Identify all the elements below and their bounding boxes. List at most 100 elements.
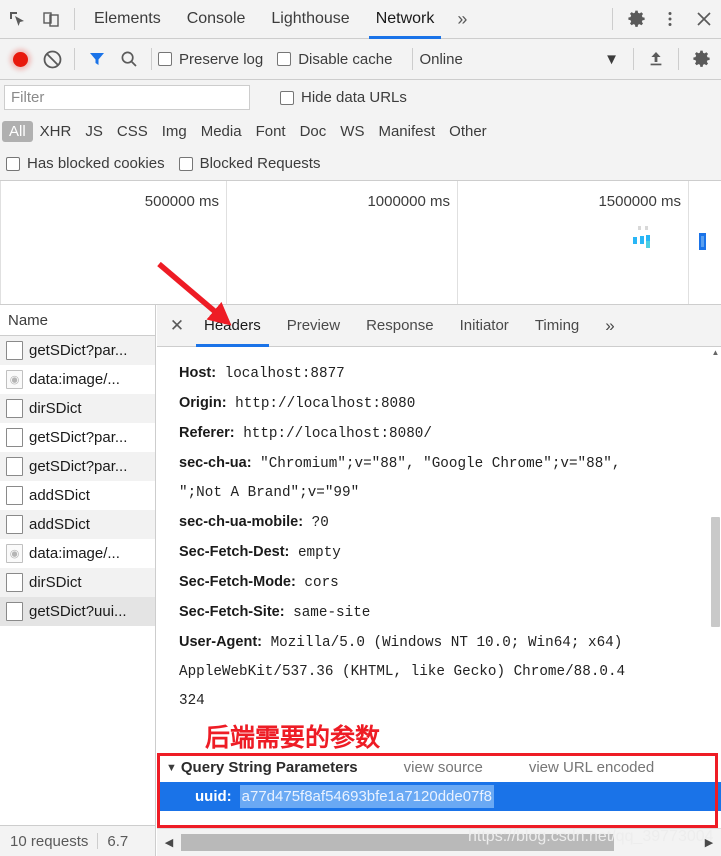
overview-gridline: [0, 181, 1, 304]
overview-request-bar: [646, 241, 650, 248]
type-filter-img[interactable]: Img: [155, 121, 194, 142]
header-line-sec-fetch-mode: Sec-Fetch-Mode: cors: [179, 568, 721, 598]
scroll-up-icon[interactable]: ▲: [710, 347, 721, 358]
header-name: Referer:: [179, 425, 235, 441]
network-settings-gear-icon[interactable]: [685, 43, 717, 75]
request-list-pane: Name getSDict?par... ◉ data:image/... di…: [0, 305, 156, 856]
view-url-encoded-link[interactable]: view URL encoded: [529, 759, 654, 776]
header-line-sec-ch-ua-cont: ";Not A Brand";v="99": [179, 479, 721, 508]
document-icon: [6, 486, 23, 505]
type-filter-xhr[interactable]: XHR: [33, 121, 79, 142]
request-row-8[interactable]: ◉ data:image/...: [0, 539, 155, 568]
header-value: http://localhost:8080: [226, 396, 416, 412]
detail-more-tabs-icon[interactable]: »: [592, 305, 627, 347]
type-filter-font[interactable]: Font: [249, 121, 293, 142]
detail-tab-initiator[interactable]: Initiator: [447, 305, 522, 347]
toolbar-divider-5: [678, 48, 679, 70]
detail-tab-response[interactable]: Response: [353, 305, 447, 347]
header-line-user-agent-cont2: 324: [179, 687, 721, 716]
more-tabs-icon[interactable]: »: [447, 9, 477, 30]
hscroll-thumb[interactable]: [181, 834, 615, 851]
scroll-left-icon[interactable]: ◀: [157, 829, 181, 856]
record-dot-icon: [12, 51, 28, 67]
header-name: Sec-Fetch-Dest:: [179, 544, 290, 560]
request-list-column-header[interactable]: Name: [0, 305, 155, 336]
overview-tick-label: 1000000 ms: [367, 193, 450, 210]
type-filter-css[interactable]: CSS: [110, 121, 155, 142]
record-button[interactable]: [4, 43, 36, 75]
detail-tab-timing[interactable]: Timing: [522, 305, 592, 347]
type-filter-js[interactable]: JS: [78, 121, 110, 142]
type-filter-all[interactable]: All: [2, 120, 33, 142]
clear-button[interactable]: [36, 43, 68, 75]
more-options-icon[interactable]: [653, 2, 687, 36]
type-filter-doc[interactable]: Doc: [293, 121, 334, 142]
scrollbar-thumb[interactable]: [711, 517, 720, 627]
disable-cache-checkbox[interactable]: Disable cache: [277, 51, 392, 68]
type-filter-manifest[interactable]: Manifest: [371, 121, 442, 142]
header-name: User-Agent:: [179, 634, 262, 650]
throttling-caret-icon[interactable]: ▼: [604, 51, 619, 68]
query-param-row-uuid[interactable]: uuid: a77d475f8af54693bfe1a7120dde07f8: [157, 782, 721, 811]
request-row-9[interactable]: dirSDict: [0, 568, 155, 597]
chevron-down-icon[interactable]: ▼: [166, 762, 177, 774]
resource-type-filters: All XHR JS CSS Img Media Font Doc WS Man…: [0, 115, 721, 147]
filter-input[interactable]: [4, 85, 250, 110]
request-row-7[interactable]: addSDict: [0, 510, 155, 539]
has-blocked-cookies-checkbox[interactable]: Has blocked cookies: [6, 155, 165, 172]
type-filter-media[interactable]: Media: [194, 121, 249, 142]
header-value: ";Not A Brand";v="99": [179, 485, 360, 501]
blocked-requests-checkbox[interactable]: Blocked Requests: [178, 155, 320, 172]
header-value: localhost:8877: [216, 366, 345, 382]
throttling-select[interactable]: Online: [419, 51, 462, 68]
tab-console[interactable]: Console: [174, 0, 259, 39]
tab-network[interactable]: Network: [363, 0, 448, 39]
query-param-value[interactable]: a77d475f8af54693bfe1a7120dde07f8: [239, 785, 494, 808]
query-string-header[interactable]: ▼ Query String Parameters view source vi…: [157, 753, 721, 782]
request-row-6[interactable]: addSDict: [0, 481, 155, 510]
document-icon: [6, 602, 23, 621]
request-row-3[interactable]: dirSDict: [0, 394, 155, 423]
throttling-value: Online: [419, 50, 463, 68]
hscroll-track[interactable]: [181, 834, 697, 851]
detail-tabbar: ✕ Headers Preview Response Initiator Tim…: [157, 305, 721, 347]
view-source-link[interactable]: view source: [404, 759, 483, 776]
request-name: dirSDict: [29, 400, 82, 417]
header-line-user-agent-cont1: AppleWebKit/537.36 (KHTML, like Gecko) C…: [179, 658, 721, 687]
header-value: "Chromium";v="88", "Google Chrome";v="88…: [251, 456, 621, 472]
request-name: getSDict?par...: [29, 429, 128, 446]
detail-horizontal-scrollbar[interactable]: ◀ ▶: [157, 828, 721, 856]
detail-tab-preview[interactable]: Preview: [274, 305, 353, 347]
request-row-5[interactable]: getSDict?par...: [0, 452, 155, 481]
request-row-2[interactable]: ◉ data:image/...: [0, 365, 155, 394]
close-devtools-icon[interactable]: [687, 2, 721, 36]
header-line-host: Host: localhost:8877: [179, 359, 721, 389]
overview-request-bar: [645, 226, 648, 230]
settings-gear-icon[interactable]: [619, 2, 653, 36]
detail-vertical-scrollbar[interactable]: ▲ ▼: [710, 347, 721, 768]
type-filter-other[interactable]: Other: [442, 121, 494, 142]
import-har-icon[interactable]: [640, 43, 672, 75]
header-name: Origin:: [179, 395, 227, 411]
preserve-log-checkbox[interactable]: Preserve log: [158, 51, 263, 68]
close-detail-icon[interactable]: ✕: [163, 312, 191, 340]
filter-toggle-icon[interactable]: [81, 43, 113, 75]
device-toolbar-icon[interactable]: [34, 2, 68, 36]
devtools-tabbar: Elements Console Lighthouse Network »: [0, 0, 721, 39]
request-detail-pane: ✕ Headers Preview Response Initiator Tim…: [157, 305, 721, 856]
network-overview[interactable]: 500000 ms 1000000 ms 1500000 ms: [0, 181, 721, 305]
detail-tab-headers[interactable]: Headers: [191, 305, 274, 347]
request-row-4[interactable]: getSDict?par...: [0, 423, 155, 452]
hide-data-urls-checkbox[interactable]: Hide data URLs: [280, 89, 407, 106]
type-filter-ws[interactable]: WS: [333, 121, 371, 142]
header-value: same-site: [284, 605, 371, 621]
scroll-right-icon[interactable]: ▶: [697, 829, 721, 856]
search-icon[interactable]: [113, 43, 145, 75]
headers-content: Host: localhost:8877 Origin: http://loca…: [157, 347, 721, 768]
inspect-element-icon[interactable]: [0, 2, 34, 36]
request-row-10[interactable]: getSDict?uui...: [0, 597, 155, 626]
request-row-1[interactable]: getSDict?par...: [0, 336, 155, 365]
query-param-key: uuid:: [195, 788, 232, 805]
tab-elements[interactable]: Elements: [81, 0, 174, 39]
tab-lighthouse[interactable]: Lighthouse: [258, 0, 362, 39]
